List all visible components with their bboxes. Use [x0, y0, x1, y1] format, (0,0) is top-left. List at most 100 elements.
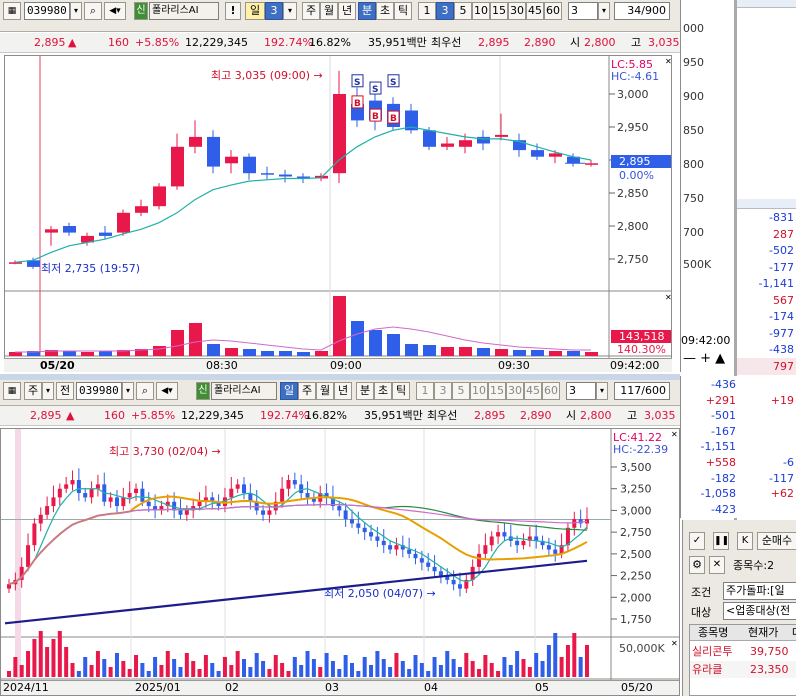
daily-volume-bar — [534, 653, 539, 677]
volume-bar — [99, 351, 112, 356]
interval-3-b[interactable]: 3 — [434, 382, 452, 400]
header-extra: 대 — [792, 625, 796, 641]
daily-chart-panel[interactable]: 3,500 3,250 3,000 2,750 2,500 2,250 2,000 1,750… — [0, 428, 680, 696]
new-badge[interactable]: 신 — [134, 2, 148, 20]
interval-1-b[interactable]: 1 — [416, 382, 434, 400]
strip-axis-label: 700 — [683, 226, 704, 239]
interval-60-b[interactable]: 60 — [542, 382, 560, 400]
tab-tick-2[interactable]: 틱 — [392, 382, 410, 400]
chart-expand-icon[interactable]: ✕ — [665, 57, 672, 66]
trade-amount: 35,951백만 — [368, 36, 427, 49]
daily-candle-body — [229, 488, 234, 498]
tab-minute-2[interactable]: 분 — [356, 382, 374, 400]
interval-45[interactable]: 45 — [526, 2, 544, 20]
daily-volume-bar — [45, 647, 50, 677]
ma-line — [14, 126, 592, 263]
period-value[interactable]: 3 — [265, 2, 283, 20]
daily-candle-body — [184, 510, 189, 515]
daily-expand-icon[interactable]: ✕ — [671, 430, 678, 439]
table-row[interactable]: 유라클 23,350 — [690, 661, 796, 678]
tab-month-2[interactable]: 월 — [316, 382, 334, 400]
header-price: 현재가 — [748, 626, 779, 639]
interval-dropdown-icon-2[interactable]: ▾ — [596, 382, 608, 400]
chart-type-icon[interactable]: ▦ — [3, 2, 21, 20]
daily-volume-bar — [83, 657, 88, 677]
tab-week-2[interactable]: 주 — [298, 382, 316, 400]
search-icon[interactable]: ⌕ — [84, 2, 102, 20]
code-dropdown-icon-2[interactable]: ▾ — [122, 382, 134, 400]
candle-body — [171, 146, 184, 187]
pause-icon[interactable]: ❚❚ — [713, 532, 729, 550]
code-dropdown-icon[interactable]: ▾ — [70, 2, 82, 20]
bid-price-2: 2,890 — [520, 409, 552, 422]
daily-candle-body — [362, 527, 367, 533]
volume-expand-icon[interactable]: ✕ — [665, 293, 672, 302]
data-count-2[interactable]: 117/600 — [614, 382, 670, 400]
close-icon[interactable]: ✕ — [709, 556, 725, 574]
interval-10-b[interactable]: 10 — [470, 382, 488, 400]
check-icon[interactable]: ✓ — [689, 532, 705, 550]
tab-week[interactable]: 주 — [302, 2, 320, 20]
tab-minute[interactable]: 분 — [358, 2, 376, 20]
trend-line — [4, 559, 588, 625]
right-strip-scroll[interactable]: — + ▲ — [681, 349, 735, 369]
daily-volume-bar — [527, 667, 532, 677]
interval-10[interactable]: 10 — [472, 2, 490, 20]
tab-second[interactable]: 초 — [376, 2, 394, 20]
condition-value[interactable]: 주가돌파:[일 — [723, 582, 796, 600]
daily-volume-bar — [369, 665, 374, 677]
tab-tick[interactable]: 틱 — [394, 2, 412, 20]
interval-15[interactable]: 15 — [490, 2, 508, 20]
daily-vol-expand-icon[interactable]: ✕ — [671, 639, 678, 648]
interval-15-b[interactable]: 15 — [488, 382, 506, 400]
interval-5-b[interactable]: 5 — [452, 382, 470, 400]
right-strip-top: 000 950 900 850 800 750 700 500K 09:42:00 — + ▲ — [680, 0, 734, 372]
period-day-tab[interactable]: 일 — [245, 2, 265, 20]
tab-year[interactable]: 년 — [338, 2, 356, 20]
period-day-tab-2[interactable]: 일 — [280, 382, 298, 400]
new-badge-2[interactable]: 신 — [196, 382, 210, 400]
search-icon-2[interactable]: ⌕ — [136, 382, 154, 400]
candle-body — [225, 156, 238, 164]
period-dropdown-icon[interactable]: ▾ — [283, 2, 297, 20]
interval-45-b[interactable]: 45 — [524, 382, 542, 400]
alert-button[interactable]: ! — [225, 2, 241, 20]
sound-icon[interactable]: ◀▾ — [104, 2, 126, 20]
volume-bar — [81, 352, 94, 356]
daily-chart-canvas[interactable]: 3,500 3,250 3,000 2,750 2,500 2,250 2,000 1,750 — [1, 429, 679, 695]
k-button[interactable]: K — [737, 532, 753, 550]
settings-gear-icon[interactable]: ⚙ — [689, 556, 705, 574]
chart-type-icon-2[interactable]: ▦ — [3, 382, 21, 400]
stock-select-dropdown-icon[interactable]: ▾ — [42, 382, 54, 400]
tab-second-2[interactable]: 초 — [374, 382, 392, 400]
interval-30[interactable]: 30 — [508, 2, 526, 20]
custom-interval-select[interactable]: 3 — [568, 2, 598, 20]
stock-code-input-2[interactable]: 039980 — [76, 382, 122, 400]
data-count[interactable]: 34/900 — [614, 2, 670, 20]
target-value[interactable]: <업종대상(전 — [723, 602, 796, 620]
strip-value-a: -167 — [711, 424, 736, 438]
interval-5[interactable]: 5 — [454, 2, 472, 20]
interval-60[interactable]: 60 — [544, 2, 562, 20]
strip-value: -831 — [769, 211, 794, 224]
custom-interval-select-2[interactable]: 3 — [566, 382, 596, 400]
daily-volume-bar — [127, 669, 132, 677]
interval-3[interactable]: 3 — [436, 2, 454, 20]
net-buy-button[interactable]: 순매수 — [757, 532, 796, 550]
daily-candle-body — [134, 488, 139, 494]
tab-month[interactable]: 월 — [320, 2, 338, 20]
daily-volume-bar — [13, 657, 18, 677]
intraday-chart-panel[interactable]: 3,0002,9502,9002,8502,8002,750SBBSBS LC:… — [4, 55, 672, 372]
table-row[interactable]: 실리콘투 39,750 — [690, 643, 796, 660]
interval-dropdown-icon[interactable]: ▾ — [598, 2, 610, 20]
interval-1[interactable]: 1 — [418, 2, 436, 20]
open-label: 시 — [570, 36, 581, 49]
interval-30-b[interactable]: 30 — [506, 382, 524, 400]
stock-code-input[interactable]: 039980 — [24, 2, 70, 20]
tab-year-2[interactable]: 년 — [334, 382, 352, 400]
stock-select[interactable]: 주 — [24, 382, 42, 400]
sound-icon-2[interactable]: ◀▾ — [156, 382, 178, 400]
intraday-chart-canvas[interactable]: 3,0002,9502,9002,8502,8002,750SBBSBS — [5, 56, 671, 371]
strip-value-a: -436 — [711, 378, 736, 391]
prev-button[interactable]: 전 — [56, 382, 74, 400]
